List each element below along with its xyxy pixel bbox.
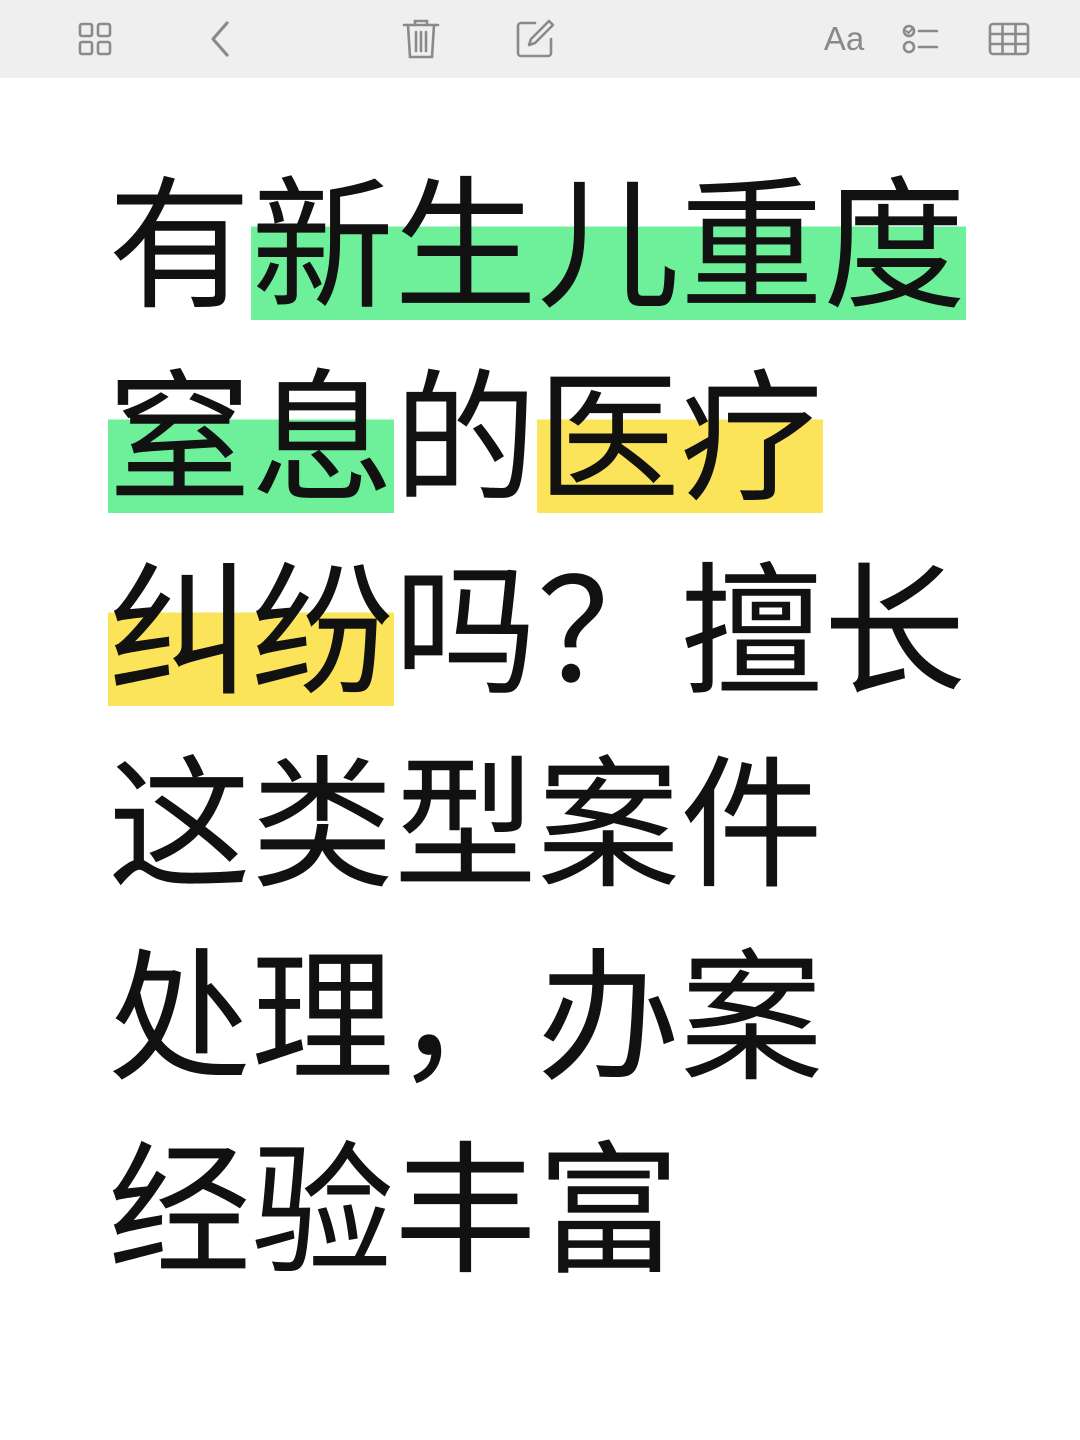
note-line: 窒息的医疗 — [108, 343, 988, 536]
note-body[interactable]: 有新生儿重度 窒息的医疗 纠纷吗？擅长 这类型案件 处理，办案 经验丰富 — [108, 150, 988, 1308]
note-text: 的 — [394, 356, 537, 523]
note-text: 有 — [108, 163, 251, 330]
note-line: 这类型案件 — [108, 729, 988, 922]
table-icon — [988, 22, 1030, 56]
checklist-icon — [902, 24, 939, 54]
checklist-button[interactable] — [894, 12, 948, 66]
note-line: 处理，办案 — [108, 922, 988, 1115]
delete-button[interactable] — [394, 12, 448, 66]
compose-icon — [516, 19, 555, 58]
note-text: 吗？擅长 — [394, 549, 966, 716]
note-line: 经验丰富 — [108, 1115, 988, 1308]
highlighted-text: 纠纷 — [108, 549, 394, 716]
compose-button[interactable] — [508, 12, 562, 66]
highlighted-text: 新生儿重度 — [251, 163, 966, 330]
highlighted-text: 窒息 — [108, 356, 394, 523]
format-text-label: Aa — [823, 20, 865, 57]
back-button[interactable] — [194, 12, 248, 66]
gallery-view-icon — [78, 22, 112, 56]
notes-toolbar: Aa — [0, 0, 1080, 78]
trash-icon — [402, 19, 440, 59]
note-text: 这类型案件 — [108, 742, 823, 909]
note-line: 纠纷吗？擅长 — [108, 536, 988, 729]
table-button[interactable] — [982, 12, 1036, 66]
note-text: 经验丰富 — [108, 1128, 680, 1295]
note-text: 处理，办案 — [108, 935, 823, 1102]
note-line: 有新生儿重度 — [108, 150, 988, 343]
highlighted-text: 医疗 — [537, 356, 823, 523]
back-chevron-icon — [211, 21, 229, 57]
format-text-button[interactable]: Aa — [814, 12, 874, 66]
gallery-view-button[interactable] — [68, 12, 122, 66]
